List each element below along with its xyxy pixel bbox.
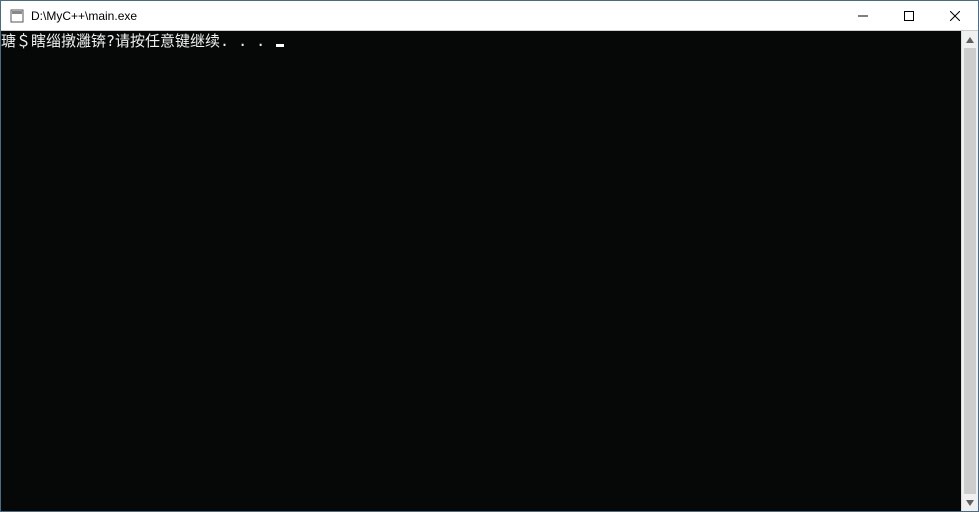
app-icon	[9, 8, 25, 24]
maximize-icon	[904, 11, 914, 21]
scroll-down-button[interactable]	[962, 494, 978, 511]
content-area: 瑭＄瞎缁撴灉锛?请按任意键继续. . .	[1, 31, 978, 511]
minimize-icon	[858, 11, 868, 21]
titlebar[interactable]: D:\MyC++\main.exe	[1, 1, 978, 31]
minimize-button[interactable]	[840, 1, 886, 30]
console-window: D:\MyC++\main.exe 瑭＄瞎缁撴灉锛?请按任意键继续. . .	[0, 0, 979, 512]
vertical-scrollbar[interactable]	[961, 31, 978, 511]
console-line: 瑭＄瞎缁撴灉锛?请按任意键继续. . .	[1, 32, 274, 50]
scroll-up-button[interactable]	[962, 31, 978, 48]
close-button[interactable]	[932, 1, 978, 30]
scroll-track[interactable]	[962, 48, 978, 494]
chevron-down-icon	[966, 500, 974, 506]
console-output-area[interactable]: 瑭＄瞎缁撴灉锛?请按任意键继续. . .	[1, 31, 961, 511]
window-controls	[840, 1, 978, 30]
text-cursor	[276, 44, 284, 47]
maximize-button[interactable]	[886, 1, 932, 30]
scroll-thumb[interactable]	[964, 48, 976, 494]
chevron-up-icon	[966, 37, 974, 43]
close-icon	[950, 11, 960, 21]
window-title: D:\MyC++\main.exe	[31, 9, 840, 23]
